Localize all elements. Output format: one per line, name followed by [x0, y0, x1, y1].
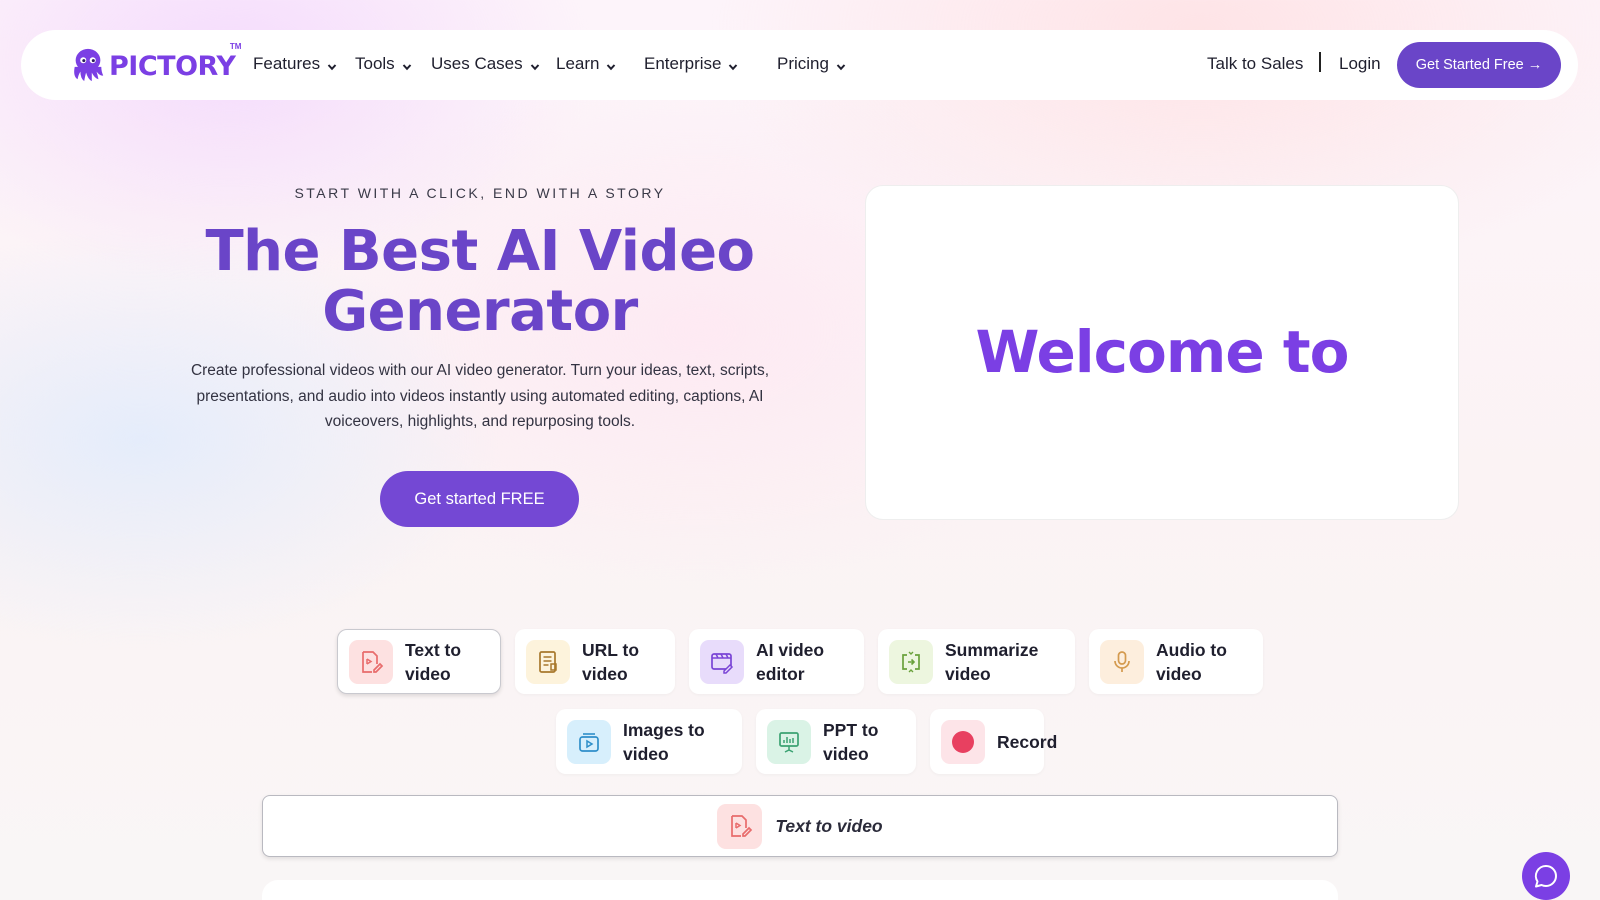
top-navbar: PICTORY TM Features Tools Uses Cases Lea… — [21, 30, 1578, 100]
preview-welcome-text: Welcome to — [975, 317, 1350, 386]
tab-url-to-video[interactable]: URL to video — [515, 629, 675, 694]
tab-label: PPT to video — [823, 719, 879, 764]
chat-widget-button[interactable] — [1522, 852, 1570, 900]
tab-ai-video-editor[interactable]: AI video editor — [689, 629, 864, 694]
tab-summarize-video[interactable]: Summarize video — [878, 629, 1075, 694]
tab-ppt-to-video[interactable]: PPT to video — [756, 709, 916, 774]
text-to-video-icon — [349, 639, 393, 684]
tab-label: Summarize video — [945, 639, 1039, 684]
tab-audio-to-video[interactable]: Audio to video — [1089, 629, 1263, 694]
tab-label: Text to video — [405, 639, 462, 684]
hero-eyebrow: START WITH A CLICK, END WITH A STORY — [294, 185, 666, 201]
get-started-free-hero-button[interactable]: Get started FREE — [380, 471, 579, 527]
selected-tool-panel[interactable]: Text to video — [262, 795, 1338, 857]
tab-images-to-video[interactable]: Images to video — [556, 709, 742, 774]
ppt-to-video-icon — [767, 719, 811, 764]
tab-record[interactable]: Record — [930, 709, 1057, 774]
summarize-video-icon — [889, 639, 933, 684]
images-to-video-icon — [567, 719, 611, 764]
text-to-video-icon — [717, 803, 763, 849]
get-started-free-button[interactable]: Get Started Free → — [1397, 42, 1561, 88]
login-link[interactable]: Login — [1339, 54, 1381, 74]
chat-bubble-icon — [1534, 864, 1557, 888]
nav-actions: Talk to Sales Login Get Started Free → — [21, 30, 1578, 100]
url-to-video-icon — [526, 639, 570, 684]
tab-label: Record — [997, 731, 1058, 752]
record-icon — [941, 719, 985, 764]
nav-divider — [1319, 52, 1321, 72]
audio-to-video-icon — [1100, 639, 1144, 684]
tab-label: Images to video — [623, 719, 705, 764]
hero-description: Create professional videos with our AI v… — [190, 362, 770, 430]
tool-content-card — [262, 880, 1338, 900]
tab-label: AI video editor — [756, 639, 825, 684]
video-preview-card[interactable]: Welcome to — [865, 185, 1459, 520]
selected-tool-label: Text to video — [775, 815, 883, 836]
tab-label: URL to video — [582, 639, 640, 684]
ai-video-editor-icon — [700, 639, 744, 684]
tab-text-to-video[interactable]: Text to video — [337, 629, 501, 694]
talk-to-sales-link[interactable]: Talk to Sales — [1207, 54, 1303, 74]
tab-label: Audio to video — [1156, 639, 1227, 684]
hero-title: The Best AI Video Generator — [205, 219, 755, 344]
